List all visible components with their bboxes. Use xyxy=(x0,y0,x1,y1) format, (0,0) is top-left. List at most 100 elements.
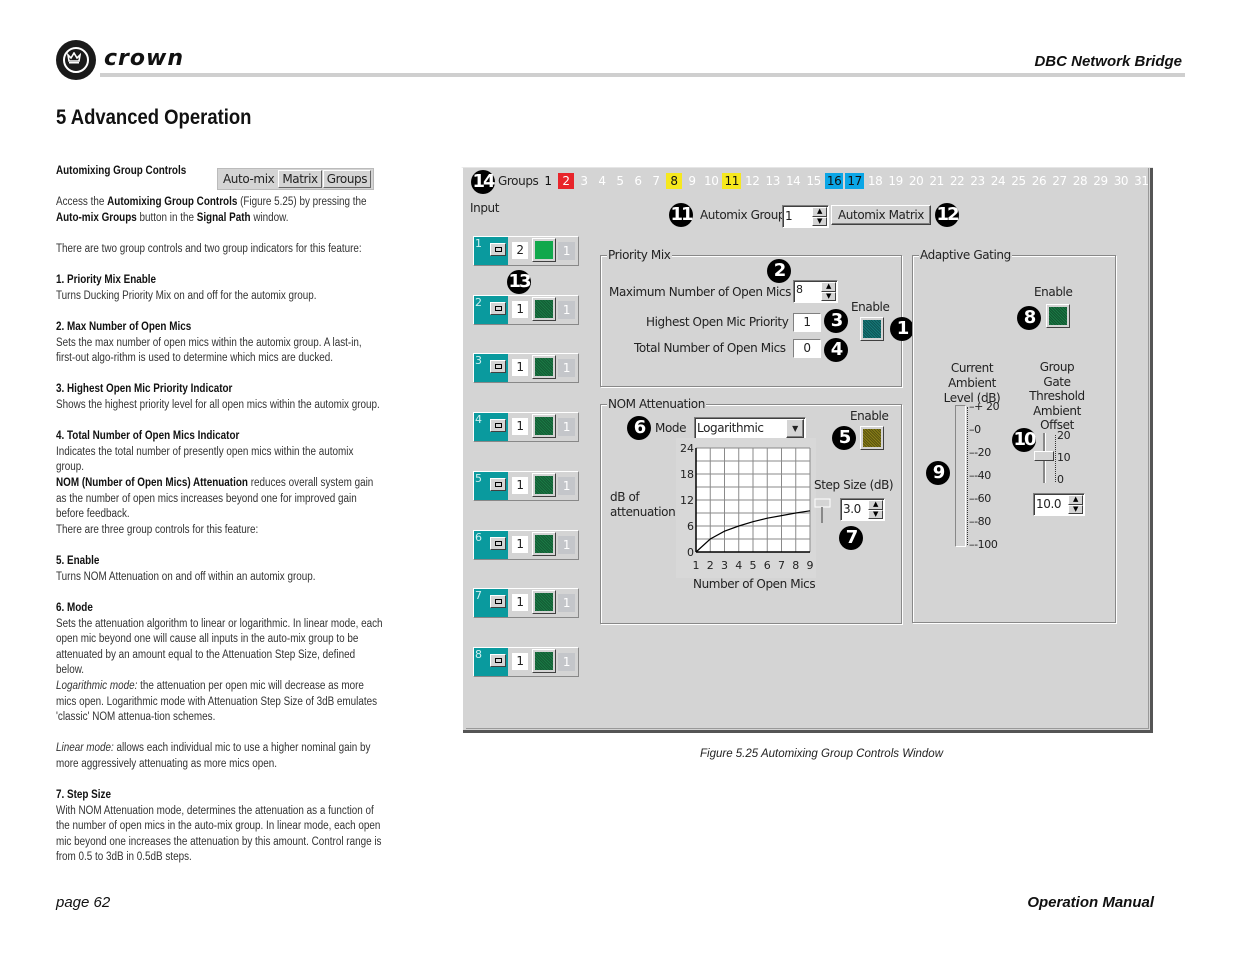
chevron-down-icon[interactable]: ▼ xyxy=(786,419,804,438)
input-enable-button[interactable] xyxy=(532,590,556,614)
group-15[interactable]: 15 xyxy=(804,173,822,189)
group-11[interactable]: 11 xyxy=(722,173,741,189)
nom-enable-button[interactable] xyxy=(860,426,884,450)
group-9[interactable]: 9 xyxy=(684,173,700,189)
section-title: 5 Advanced Operation xyxy=(56,106,252,129)
group-18[interactable]: 18 xyxy=(866,173,884,189)
input-select-button[interactable] xyxy=(490,419,506,432)
group-31[interactable]: 31 xyxy=(1132,173,1150,189)
spin-up-icon[interactable]: ▲ xyxy=(868,500,883,510)
group-27[interactable]: 27 xyxy=(1050,173,1068,189)
group-26[interactable]: 26 xyxy=(1030,173,1048,189)
spin-down-icon[interactable]: ▼ xyxy=(821,291,836,301)
group-25[interactable]: 25 xyxy=(1009,173,1027,189)
chart-ylabel: dB of attenuation xyxy=(610,490,676,519)
step-size-slider[interactable] xyxy=(814,497,832,525)
automix-group-spinner[interactable]: 1 ▲ ▼ xyxy=(782,205,829,228)
input-enable-button[interactable] xyxy=(532,414,556,438)
group-14[interactable]: 14 xyxy=(784,173,802,189)
group-23[interactable]: 23 xyxy=(968,173,986,189)
offset-label: Group Gate Threshold Ambient Offset xyxy=(1029,360,1085,432)
x-tick-label: 6 xyxy=(764,559,771,572)
input-select-button[interactable] xyxy=(490,654,506,667)
item-2: 2. Max Number of Open Mics Sets the max n… xyxy=(56,321,362,364)
group-21[interactable]: 21 xyxy=(927,173,945,189)
input-row: 411 xyxy=(473,412,579,442)
group-30[interactable]: 30 xyxy=(1112,173,1130,189)
input-select-button[interactable] xyxy=(490,360,506,373)
group-12[interactable]: 12 xyxy=(743,173,761,189)
input-select-button[interactable] xyxy=(490,243,506,256)
spin-up-icon[interactable]: ▲ xyxy=(821,282,836,292)
group-10[interactable]: 10 xyxy=(702,173,720,189)
input-row: 311 xyxy=(473,353,579,383)
max-open-mics-spinner[interactable]: 8 ▲ ▼ xyxy=(793,280,838,303)
spin-down-icon[interactable]: ▼ xyxy=(1068,504,1083,514)
input-enable-button[interactable] xyxy=(532,355,556,379)
group-2[interactable]: 2 xyxy=(558,173,574,189)
group-1[interactable]: 1 xyxy=(540,173,556,189)
ambient-tick-label: –+ 20 xyxy=(969,400,1000,413)
spin-up-icon[interactable]: ▲ xyxy=(812,207,827,217)
ambient-tick-label: –-80 xyxy=(969,515,991,528)
input-group-indicator: 1 xyxy=(558,653,575,671)
input-select-button[interactable] xyxy=(490,595,506,608)
spin-up-icon[interactable]: ▲ xyxy=(1068,495,1083,505)
input-priority: 1 xyxy=(512,359,528,376)
group-5[interactable]: 5 xyxy=(612,173,628,189)
priority-mix-enable-button[interactable] xyxy=(860,317,884,341)
group-32[interactable]: 32 xyxy=(1153,173,1171,189)
x-tick-label: 9 xyxy=(807,559,814,572)
group-24[interactable]: 24 xyxy=(989,173,1007,189)
input-label: Input xyxy=(470,201,500,215)
tab-auto-mix[interactable]: Auto-mix xyxy=(220,171,277,187)
callout-6: 6 xyxy=(627,416,651,440)
group-17[interactable]: 17 xyxy=(845,173,864,189)
offset-slider-thumb[interactable] xyxy=(1034,451,1054,461)
paragraph: There are three group controls for this … xyxy=(56,524,259,536)
ambient-tick-label: –-100 xyxy=(969,538,998,551)
tab-groups[interactable]: Groups xyxy=(322,170,372,188)
group-20[interactable]: 20 xyxy=(907,173,925,189)
group-3[interactable]: 3 xyxy=(576,173,592,189)
automix-matrix-button[interactable]: Automix Matrix xyxy=(831,205,931,225)
x-tick-label: 4 xyxy=(735,559,742,572)
x-tick-label: 5 xyxy=(750,559,757,572)
input-enable-button[interactable] xyxy=(532,649,556,673)
paragraph: There are two group controls and two gro… xyxy=(56,243,362,255)
offset-spinner[interactable]: 10.0 ▲ ▼ xyxy=(1033,493,1085,516)
spin-down-icon[interactable]: ▼ xyxy=(868,509,883,519)
nom-paragraph: NOM (Number of Open Mics) Attenuation re… xyxy=(56,477,374,520)
adaptive-gating-enable-button[interactable] xyxy=(1046,304,1070,328)
input-priority: 1 xyxy=(512,653,528,670)
item-5: 5. Enable Turns NOM Attenuation on and of… xyxy=(56,555,316,583)
mode-select[interactable]: Logarithmic ▼ xyxy=(694,417,806,440)
group-4[interactable]: 4 xyxy=(594,173,610,189)
input-enable-button[interactable] xyxy=(532,297,556,321)
group-28[interactable]: 28 xyxy=(1071,173,1089,189)
group-13[interactable]: 13 xyxy=(763,173,781,189)
offset-scale xyxy=(1055,435,1056,482)
x-tick-label: 7 xyxy=(778,559,785,572)
group-7[interactable]: 7 xyxy=(648,173,664,189)
step-size-label: Step Size (dB) xyxy=(814,478,894,492)
input-enable-button[interactable] xyxy=(532,238,556,262)
spin-down-icon[interactable]: ▼ xyxy=(812,216,827,226)
step-size-spinner[interactable]: 3.0 ▲ ▼ xyxy=(840,498,885,521)
group-19[interactable]: 19 xyxy=(886,173,904,189)
input-select-button[interactable] xyxy=(490,302,506,315)
tab-matrix[interactable]: Matrix xyxy=(278,170,322,188)
input-select-button[interactable] xyxy=(490,478,506,491)
group-16[interactable]: 16 xyxy=(824,173,844,189)
group-29[interactable]: 29 xyxy=(1091,173,1109,189)
input-select-button[interactable] xyxy=(490,537,506,550)
chart-xlabel: Number of Open Mics xyxy=(693,577,816,591)
group-6[interactable]: 6 xyxy=(630,173,646,189)
callout-10: 10 xyxy=(1012,428,1037,452)
group-22[interactable]: 22 xyxy=(948,173,966,189)
ambient-scale xyxy=(967,407,968,545)
group-8[interactable]: 8 xyxy=(666,173,682,189)
input-row: 811 xyxy=(473,647,579,677)
input-enable-button[interactable] xyxy=(532,473,556,497)
input-enable-button[interactable] xyxy=(532,532,556,556)
